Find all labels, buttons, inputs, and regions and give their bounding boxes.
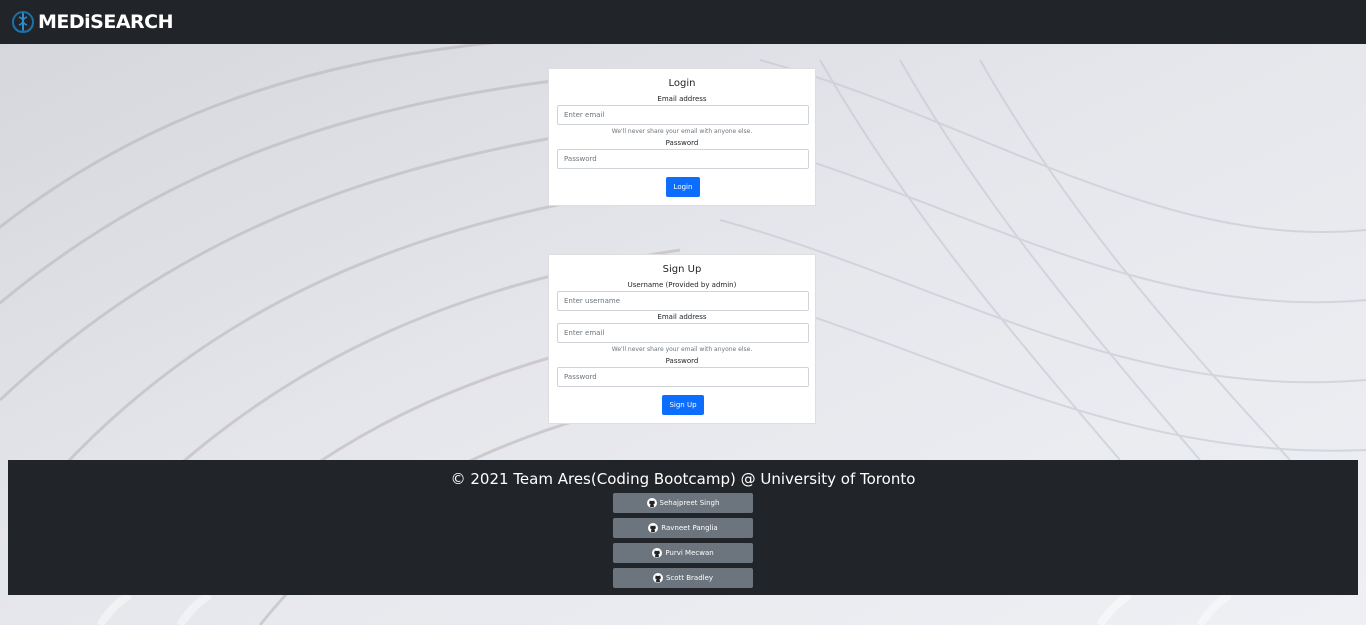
contributor-name: Purvi Mecwan xyxy=(665,549,714,557)
login-password-input[interactable] xyxy=(557,149,809,169)
signup-password-input[interactable] xyxy=(557,367,809,387)
login-button[interactable]: Login xyxy=(666,177,700,197)
top-navbar: MEDiSEARCH xyxy=(0,0,1366,44)
footer-copyright: © 2021 Team Ares(Coding Bootcamp) @ Univ… xyxy=(450,470,916,488)
github-icon xyxy=(652,573,663,583)
footer: © 2021 Team Ares(Coding Bootcamp) @ Univ… xyxy=(8,460,1358,595)
brand-text: MEDiSEARCH xyxy=(38,11,174,33)
brand-link[interactable]: MEDiSEARCH xyxy=(10,8,174,36)
login-card: Login Email address We'll never share yo… xyxy=(548,68,816,206)
signup-card: Sign Up Username (Provided by admin) Ema… xyxy=(548,254,816,424)
signup-password-label: Password xyxy=(665,357,699,365)
contributor-link-purvi[interactable]: Purvi Mecwan xyxy=(613,543,753,563)
github-icon xyxy=(648,523,659,533)
signup-email-label: Email address xyxy=(657,313,707,321)
login-email-label: Email address xyxy=(657,95,707,103)
github-icon xyxy=(646,498,657,508)
signup-email-help: We'll never share your email with anyone… xyxy=(611,346,753,353)
login-email-help: We'll never share your email with anyone… xyxy=(611,128,753,135)
signup-title: Sign Up xyxy=(662,264,702,275)
contributor-link-ravneet[interactable]: Ravneet Panglia xyxy=(613,518,753,538)
login-title: Login xyxy=(668,78,696,89)
signup-username-input[interactable] xyxy=(557,291,809,311)
signup-button[interactable]: Sign Up xyxy=(662,395,704,415)
contributor-name: Scott Bradley xyxy=(665,574,714,582)
contributor-link-sehajpreet[interactable]: Sehajpreet Singh xyxy=(613,493,753,513)
contributor-name: Ravneet Panglia xyxy=(661,524,718,532)
contributor-link-scott[interactable]: Scott Bradley xyxy=(613,568,753,588)
signup-email-input[interactable] xyxy=(557,323,809,343)
github-icon xyxy=(652,548,663,558)
login-email-input[interactable] xyxy=(557,105,809,125)
contributor-name: Sehajpreet Singh xyxy=(659,499,720,507)
login-password-label: Password xyxy=(665,139,699,147)
signup-username-label: Username (Provided by admin) xyxy=(627,281,737,289)
caduceus-hands-logo-icon xyxy=(12,11,34,33)
